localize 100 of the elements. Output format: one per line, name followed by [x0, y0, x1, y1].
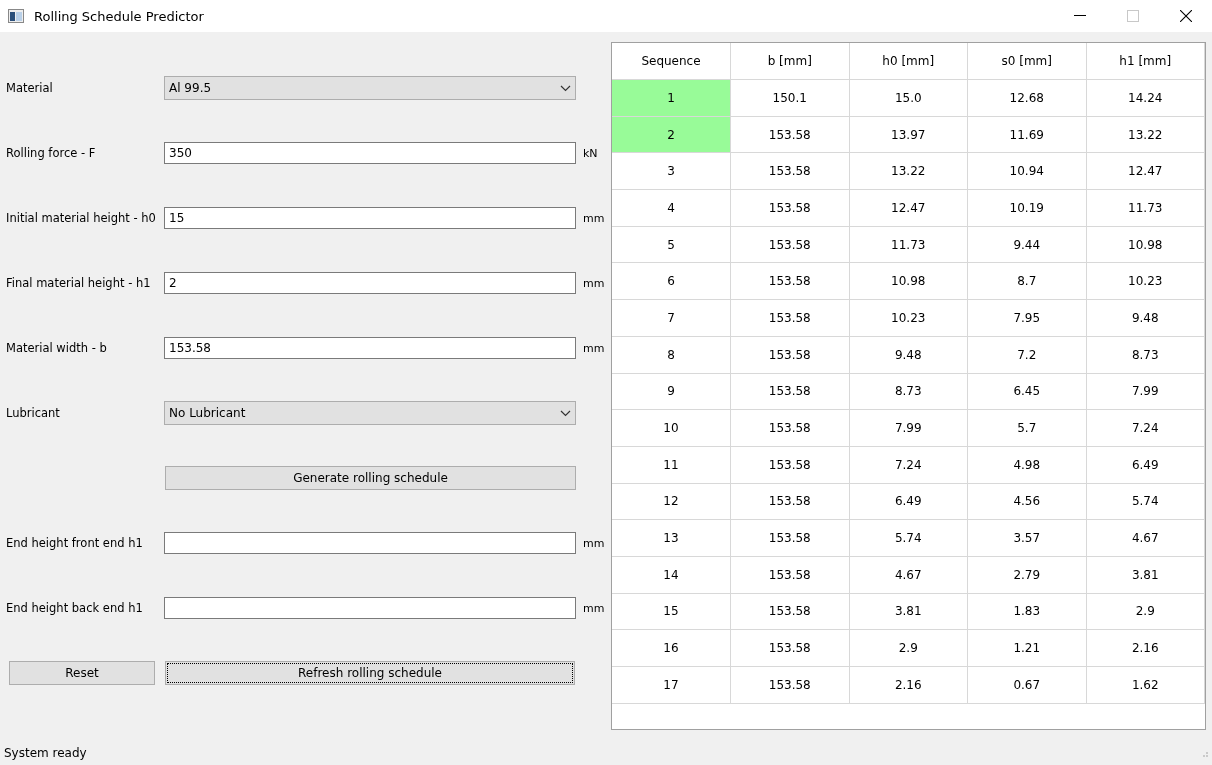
- table-cell: 6.49: [849, 483, 968, 520]
- unit-label: kN: [582, 146, 599, 160]
- table-cell: 7: [612, 299, 731, 337]
- table-cell: 8: [612, 336, 731, 373]
- input-field[interactable]: 15: [164, 207, 576, 229]
- unit-label: mm: [582, 536, 606, 550]
- column-header: h0 [mm]: [849, 43, 968, 80]
- reset-button[interactable]: Reset: [9, 661, 155, 685]
- table-cell: 5: [612, 226, 731, 263]
- unit-label: mm: [582, 601, 606, 615]
- table-cell: 15: [612, 593, 731, 630]
- table-cell: 10.94: [967, 152, 1086, 190]
- table-cell: 5.74: [1086, 483, 1205, 520]
- table-cell: 153.58: [730, 519, 849, 557]
- table-cell: 2: [612, 116, 731, 153]
- maximize-icon: [1126, 10, 1139, 22]
- table-cell: 153.58: [730, 299, 849, 337]
- table-cell: 2.9: [1086, 593, 1205, 630]
- table-cell: 14.24: [1086, 79, 1205, 117]
- table-cell: 3.81: [1086, 556, 1205, 594]
- table-cell: 153.58: [730, 593, 849, 630]
- field-label: End height back end h1: [5, 601, 144, 615]
- table-cell: 12.47: [1086, 152, 1205, 190]
- table-cell: 12: [612, 483, 731, 520]
- input-field[interactable]: 350: [164, 142, 576, 164]
- column-header: s0 [mm]: [967, 43, 1086, 80]
- table-cell: 6: [612, 262, 731, 300]
- table-cell: 153.58: [730, 629, 849, 667]
- table-cell: 9.48: [1086, 299, 1205, 337]
- table-cell: 8.73: [1086, 336, 1205, 373]
- table-cell: 9: [612, 373, 731, 410]
- table-cell: 4.67: [1086, 519, 1205, 557]
- input-field[interactable]: [164, 532, 576, 554]
- table-cell: 3: [612, 152, 731, 190]
- table-cell: 15.0: [849, 79, 968, 117]
- minimize-icon: [1073, 15, 1086, 17]
- field-label: Lubricant: [5, 406, 61, 420]
- table-cell: 7.99: [1086, 373, 1205, 410]
- column-header: Sequence: [612, 43, 731, 80]
- input-field[interactable]: 153.58: [164, 337, 576, 359]
- table-cell: 7.24: [849, 446, 968, 484]
- refresh-button[interactable]: Refresh rolling schedule: [165, 661, 575, 685]
- table-cell: 153.58: [730, 336, 849, 373]
- table-cell: 9.44: [967, 226, 1086, 263]
- table-cell: 10.98: [849, 262, 968, 300]
- table-cell: 153.58: [730, 483, 849, 520]
- close-icon: [1179, 10, 1192, 22]
- table-cell: 150.1: [730, 79, 849, 117]
- table-cell: 11.73: [849, 226, 968, 263]
- dropdown[interactable]: Al 99.5: [164, 76, 576, 100]
- input-field[interactable]: [164, 597, 576, 619]
- field-label: Initial material height - h0: [5, 211, 157, 225]
- table-cell: 153.58: [730, 152, 849, 190]
- table-cell: 14: [612, 556, 731, 594]
- table-cell: 1.21: [967, 629, 1086, 667]
- table-cell: 6.45: [967, 373, 1086, 410]
- table-cell: 153.58: [730, 446, 849, 484]
- table-cell: 4.98: [967, 446, 1086, 484]
- table-cell: 153.58: [730, 189, 849, 227]
- table-cell: 17: [612, 666, 731, 704]
- unit-label: mm: [582, 276, 606, 290]
- table-cell: 153.58: [730, 409, 849, 447]
- table-cell: 13: [612, 519, 731, 557]
- table-cell: 2.16: [1086, 629, 1205, 667]
- app-icon: [8, 9, 24, 23]
- table-cell: 4: [612, 189, 731, 227]
- table-cell: 7.99: [849, 409, 968, 447]
- table-cell: 11: [612, 446, 731, 484]
- table-cell: 11.69: [967, 116, 1086, 153]
- table-cell: 3.57: [967, 519, 1086, 557]
- unit-label: mm: [582, 341, 606, 355]
- table-cell: 2.9: [849, 629, 968, 667]
- table-cell: 153.58: [730, 556, 849, 594]
- window-title: Rolling Schedule Predictor: [34, 8, 205, 24]
- table-cell: 7.95: [967, 299, 1086, 337]
- table-cell: 1.62: [1086, 666, 1205, 704]
- table-cell: 16: [612, 629, 731, 667]
- table-cell: 153.58: [730, 116, 849, 153]
- generate-button[interactable]: Generate rolling schedule: [165, 466, 576, 490]
- table-cell: 1: [612, 79, 731, 117]
- unit-label: mm: [582, 211, 606, 225]
- table-cell: 10.23: [1086, 262, 1205, 300]
- table-cell: 6.49: [1086, 446, 1205, 484]
- table-cell: 13.97: [849, 116, 968, 153]
- dropdown[interactable]: No Lubricant: [164, 401, 576, 425]
- table-cell: 7.2: [967, 336, 1086, 373]
- table-cell: 5.7: [967, 409, 1086, 447]
- input-field[interactable]: 2: [164, 272, 576, 294]
- column-header: h1 [mm]: [1086, 43, 1205, 80]
- table-cell: 13.22: [849, 152, 968, 190]
- table-cell: 4.67: [849, 556, 968, 594]
- field-label: Material: [5, 81, 54, 95]
- table-cell: 153.58: [730, 373, 849, 410]
- table-cell: 1.83: [967, 593, 1086, 630]
- table-cell: 3.81: [849, 593, 968, 630]
- table-cell: 153.58: [730, 226, 849, 263]
- table-cell: 4.56: [967, 483, 1086, 520]
- table-cell: 153.58: [730, 262, 849, 300]
- table-cell: 0.67: [967, 666, 1086, 704]
- table-cell: 10.98: [1086, 226, 1205, 263]
